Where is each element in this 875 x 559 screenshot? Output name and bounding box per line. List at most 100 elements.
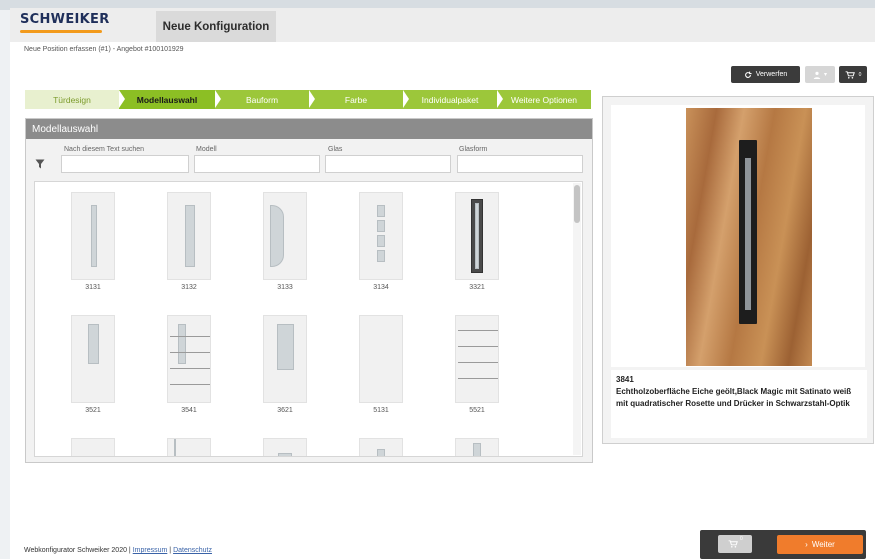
model-card[interactable]: [351, 438, 411, 456]
model-card[interactable]: [255, 438, 315, 456]
model-number: 3521: [85, 407, 101, 414]
model-description: 3841 Echtholzoberfläche Eiche geölt,Blac…: [611, 370, 867, 438]
door-thumbnail: [167, 315, 211, 403]
model-card[interactable]: 3132: [159, 192, 219, 312]
step-separator: [309, 90, 315, 108]
model-card[interactable]: 3133: [255, 192, 315, 312]
step-bauform[interactable]: Bauform: [215, 90, 309, 109]
model-card[interactable]: 3521: [63, 315, 123, 435]
filter-icon[interactable]: [35, 159, 45, 169]
model-card[interactable]: 5131: [351, 315, 411, 435]
refresh-icon: [744, 71, 752, 78]
breadcrumb: Neue Position erfassen (#1) - Angebot #1…: [24, 46, 184, 53]
cart-badge: 0: [858, 71, 862, 78]
door-thumbnail: [455, 438, 499, 456]
preview-description-line2: mit quadratischer Rosette und Drücker in…: [616, 399, 850, 408]
step-separator: [119, 90, 125, 108]
model-card[interactable]: [447, 438, 507, 456]
door-thumbnail: [263, 192, 307, 280]
next-label: Weiter: [811, 540, 835, 549]
preview-description-line1: Echtholzoberfläche Eiche geölt,Black Mag…: [616, 387, 852, 396]
footer-separator: |: [169, 547, 172, 554]
step-separator: [215, 90, 221, 108]
model-number: 3131: [85, 284, 101, 291]
model-selection-panel: Modellauswahl Nach diesem Text suchen Mo…: [25, 118, 593, 463]
panel-title: Modellauswahl: [26, 119, 592, 139]
app-window: SCHWEIKER Neue Konfiguration Neue Positi…: [10, 8, 875, 559]
model-number: 3132: [181, 284, 197, 291]
impressum-link[interactable]: Impressum: [133, 547, 168, 554]
preview-panel: 3841 Echtholzoberfläche Eiche geölt,Blac…: [602, 96, 874, 444]
step-weitere-optionen[interactable]: Weitere Optionen: [497, 90, 591, 109]
door-thumbnail: [455, 315, 499, 403]
door-thumbnail: [71, 438, 115, 456]
door-thumbnail: [359, 315, 403, 403]
filter-label-modell: Modell: [196, 146, 217, 153]
step-individualpaket[interactable]: Individualpaket: [403, 90, 497, 109]
model-card[interactable]: 3131: [63, 192, 123, 312]
model-card[interactable]: [159, 438, 219, 456]
schweiker-logo[interactable]: SCHWEIKER: [20, 12, 110, 27]
door-thumbnail: [71, 315, 115, 403]
step-separator: [403, 90, 409, 108]
step-farbe[interactable]: Farbe: [309, 90, 403, 109]
model-card[interactable]: 3134: [351, 192, 411, 312]
model-card[interactable]: 3321: [447, 192, 507, 312]
next-button[interactable]: › Weiter: [777, 535, 863, 554]
door-thumbnail: [263, 438, 307, 456]
model-number: 3621: [277, 407, 293, 414]
model-card[interactable]: 3541: [159, 315, 219, 435]
model-card[interactable]: 5521: [447, 315, 507, 435]
door-thumbnail: [359, 438, 403, 456]
scrollbar-thumb[interactable]: [574, 185, 580, 223]
grid-scrollbar[interactable]: [573, 183, 581, 455]
chevron-right-icon: ›: [805, 540, 808, 549]
model-number: 3541: [181, 407, 197, 414]
door-glass-strip: [745, 158, 751, 310]
model-number: 3134: [373, 284, 389, 291]
door-thumbnail: [263, 315, 307, 403]
door-thumbnail: [71, 192, 115, 280]
filter-label-glasform: Glasform: [459, 146, 488, 153]
door-preview-image: [686, 108, 812, 366]
filter-label-glas: Glas: [328, 146, 343, 153]
filter-glas-input[interactable]: [325, 155, 451, 173]
door-thumbnail: [455, 192, 499, 280]
step-modellauswahl[interactable]: Modellauswahl: [119, 90, 215, 109]
step-separator: [497, 90, 503, 108]
step-tuerdesign[interactable]: Türdesign: [25, 90, 119, 109]
user-icon: [813, 71, 821, 79]
add-to-cart-button[interactable]: 0: [718, 535, 752, 553]
discard-button[interactable]: Verwerfen: [731, 66, 800, 83]
door-thumbnail: [359, 192, 403, 280]
cart-badge: 0: [740, 536, 743, 542]
filter-text-input[interactable]: [61, 155, 189, 173]
user-dropdown-button[interactable]: ▾: [805, 66, 835, 83]
footer: Webkonfigurator Schweiker 2020 | Impress…: [24, 547, 212, 554]
door-thumbnail: [167, 192, 211, 280]
model-number: 3321: [469, 284, 485, 291]
door-thumbnail: [167, 438, 211, 456]
logo-accent: [20, 30, 102, 33]
model-number: 3133: [277, 284, 293, 291]
model-card[interactable]: [63, 438, 123, 456]
filter-label-text: Nach diesem Text suchen: [64, 146, 145, 153]
top-bar: SCHWEIKER Neue Konfiguration: [10, 8, 875, 42]
cart-icon: [845, 70, 855, 79]
step-wizard: Türdesign Modellauswahl Bauform Farbe In…: [25, 90, 591, 109]
preview-model-number: 3841: [616, 375, 634, 384]
filter-glasform-input[interactable]: [457, 155, 583, 173]
model-number: 5131: [373, 407, 389, 414]
model-card[interactable]: 3621: [255, 315, 315, 435]
tab-neue-konfiguration[interactable]: Neue Konfiguration: [156, 11, 276, 42]
discard-label: Verwerfen: [755, 71, 788, 78]
filter-modell-input[interactable]: [194, 155, 320, 173]
model-number: 5521: [469, 407, 485, 414]
datenschutz-link[interactable]: Datenschutz: [173, 547, 212, 554]
model-grid: 3131 3132 3133 3134 3321 3521 3541 3621 …: [34, 181, 583, 457]
door-preview: [611, 105, 865, 367]
chevron-down-icon: ▾: [823, 72, 827, 78]
cart-button[interactable]: 0: [839, 66, 867, 83]
footer-copyright: Webkonfigurator Schweiker 2020 |: [24, 547, 131, 554]
action-bar: 0 › Weiter: [700, 530, 866, 559]
